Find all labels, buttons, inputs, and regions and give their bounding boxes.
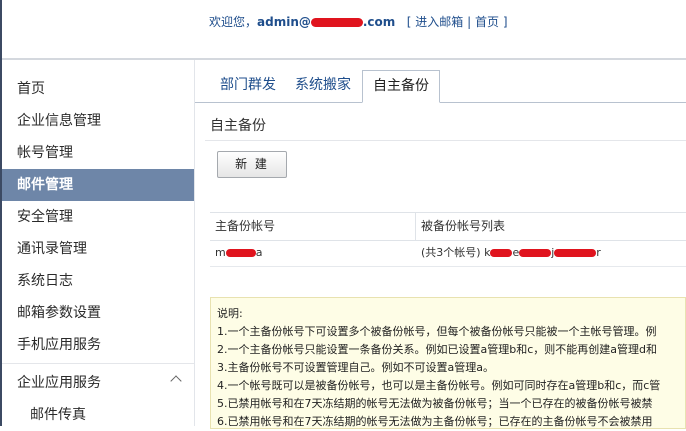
instructions-title: 说明: [217,307,243,320]
sidebar-item-mobile-services[interactable]: 手机应用服务 [2,329,194,361]
chevron-up-icon [170,375,182,387]
instructions-box: 说明: 1.一个主备份帐号下可设置多个被备份帐号，但每个被备份帐号只能被一个主帐… [210,297,686,429]
top-header: 欢迎您，admin@ .com [ 进入邮箱 | 首页 ] [2,0,686,58]
column-header-primary: 主备份帐号 [215,219,276,233]
list-redaction [554,249,597,257]
bracket-close: ] [502,15,508,29]
tab-self-backup[interactable]: 自主备份 [362,70,440,103]
account-redaction [225,249,256,257]
sidebar-item-system-log[interactable]: 系统日志 [2,265,194,297]
tab-bar: 部门群发 系统搬家 自主备份 [195,70,686,103]
sidebar-item-contacts[interactable]: 通讯录管理 [2,233,194,265]
enter-mailbox-link[interactable]: 进入邮箱 [415,15,463,29]
title-divider [205,140,686,141]
list-redaction [490,249,513,257]
welcome-bar: 欢迎您，admin@ .com [ 进入邮箱 | 首页 ] [209,13,508,30]
instruction-line: 1.一个主备份帐号下可设置多个被备份帐号，但每个被备份帐号只能被一个主帐号管理。… [217,325,657,338]
sidebar-item-mail-management[interactable]: 邮件管理 [2,169,194,201]
tab-department-broadcast[interactable]: 部门群发 [220,70,276,101]
sidebar-subitem-mail-fax[interactable]: 邮件传真 [2,399,194,431]
user-email: admin@ .com [257,15,396,29]
main-content: 部门群发 系统搬家 自主备份 自主备份 新 建 主备份帐号 被备份帐号列表 ma… [195,60,686,429]
welcome-prefix: 欢迎您， [209,15,258,29]
instruction-line: 2.一个主备份帐号只能设置一条备份关系。例如已设置a管理b和c，则不能再创建a管… [217,343,657,356]
sidebar-item-mailbox-settings[interactable]: 邮箱参数设置 [2,297,194,329]
sidebar-item-enterprise-apps[interactable]: 企业应用服务 [2,367,194,399]
bracket-open: [ [406,15,412,29]
page-title: 自主备份 [210,118,266,134]
instruction-line: 5.已禁用帐号和在7天冻结期的帐号无法做为被备份帐号；当一个已存在的被备份帐号被… [217,397,653,410]
sidebar-item-enterprise-info[interactable]: 企业信息管理 [2,105,194,137]
instruction-line: 6.已禁用帐号和在7天冻结期的帐号无法做为主备份帐号；已存在的主备份帐号不会被禁… [217,415,653,428]
primary-account-cell: ma [215,246,263,259]
backup-list-cell: (共3个帐号) kejr [421,246,601,259]
column-divider [415,213,416,240]
instruction-line: 4.一个帐号既可以是被备份帐号，也可以是主备份帐号。例如可同时存在a管理b和c，… [217,379,661,392]
email-redaction [310,18,363,27]
table-row[interactable]: ma (共3个帐号) kejr [210,240,686,267]
sidebar: 首页 企业信息管理 帐号管理 邮件管理 安全管理 通讯录管理 系统日志 邮箱参数… [2,60,195,426]
new-backup-button[interactable]: 新 建 [217,151,287,178]
link-separator: | [467,15,472,29]
tab-system-migration[interactable]: 系统搬家 [295,70,351,101]
sidebar-divider [2,363,194,364]
sidebar-item-accounts[interactable]: 帐号管理 [2,137,194,169]
sidebar-item-security[interactable]: 安全管理 [2,201,194,233]
list-redaction [519,249,552,257]
instruction-line: 3.主备份帐号不可设置管理自己。例如不可设置a管理a。 [217,361,494,374]
table-header: 主备份帐号 被备份帐号列表 [210,212,686,241]
home-link[interactable]: 首页 [475,15,499,29]
column-header-backup-list: 被备份帐号列表 [421,219,506,233]
sidebar-item-home[interactable]: 首页 [2,73,194,105]
sidebar-item-label: 企业应用服务 [17,375,101,391]
